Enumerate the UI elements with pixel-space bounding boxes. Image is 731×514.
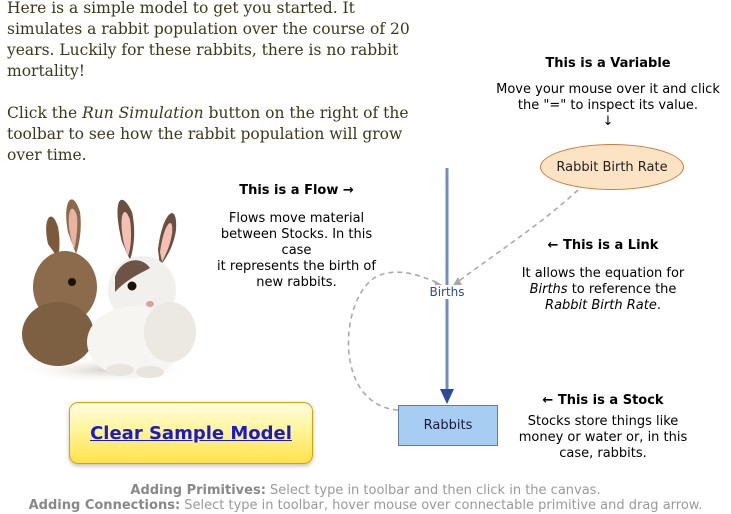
stock-annotation-line2: money or water or, in this [518,430,688,445]
footer-adding-primitives: Adding Primitives: Select type in toolba… [0,483,731,498]
rabbit-birth-rate-variable[interactable]: Rabbit Birth Rate [540,144,684,190]
births-flow-label[interactable]: Births [418,285,476,299]
rabbit-birth-rate-reference: Rabbit Birth Rate [545,298,657,313]
stock-annotation-line3: case, rabbits. [559,446,647,461]
down-arrow-icon: ↓ [602,114,614,129]
link-annotation-line3-rest: . [656,298,661,313]
flow-annotation-line1: Flows move material [228,211,365,226]
flow-annotation: This is a Flow → Flows move material bet… [214,183,379,291]
link-annotation-line2: Births to reference the [508,282,698,298]
footer-primitives-text: Select type in toolbar and then click in… [265,483,601,498]
footer-connections-label: Adding Connections: [28,498,181,513]
variable-annotation: This is a Variable Move your mouse over … [478,56,731,130]
rabbits-stock[interactable]: Rabbits [398,405,498,446]
link-annotation-line1: It allows the equation for [521,266,685,281]
clear-sample-model-button[interactable]: Clear Sample Model [69,402,313,464]
variable-annotation-line2: the "=" to inspect its value. [517,98,699,113]
footer-connections-text: Select type in toolbar, hover mouse over… [180,498,703,513]
flow-annotation-line2: between Stocks. In this case [220,227,373,258]
flow-arrowhead [440,389,454,404]
link-annotation: ← This is a Link It allows the equation … [508,238,698,314]
flow-annotation-line4: new rabbits. [256,275,337,290]
variable-annotation-line1: Move your mouse over it and click [496,82,720,97]
variable-annotation-title: This is a Variable [545,56,671,71]
link-annotation-line2-rest: to reference the [567,282,677,297]
births-reference: Births [529,282,568,297]
link-annotation-line3: Rabbit Birth Rate. [508,298,698,314]
stock-annotation-line1: Stocks store things like [527,414,679,429]
link-annotation-title: ← This is a Link [547,238,659,253]
footer-adding-connections: Adding Connections: Select type in toolb… [0,498,731,513]
flow-annotation-title: This is a Flow → [239,183,354,198]
stock-annotation-title: ← This is a Stock [542,393,664,408]
footer-primitives-label: Adding Primitives: [130,483,266,498]
stock-annotation: ← This is a Stock Stocks store things li… [508,393,698,462]
flow-annotation-line3: it represents the birth of [217,259,376,274]
clear-sample-model-label[interactable]: Clear Sample Model [90,423,292,444]
